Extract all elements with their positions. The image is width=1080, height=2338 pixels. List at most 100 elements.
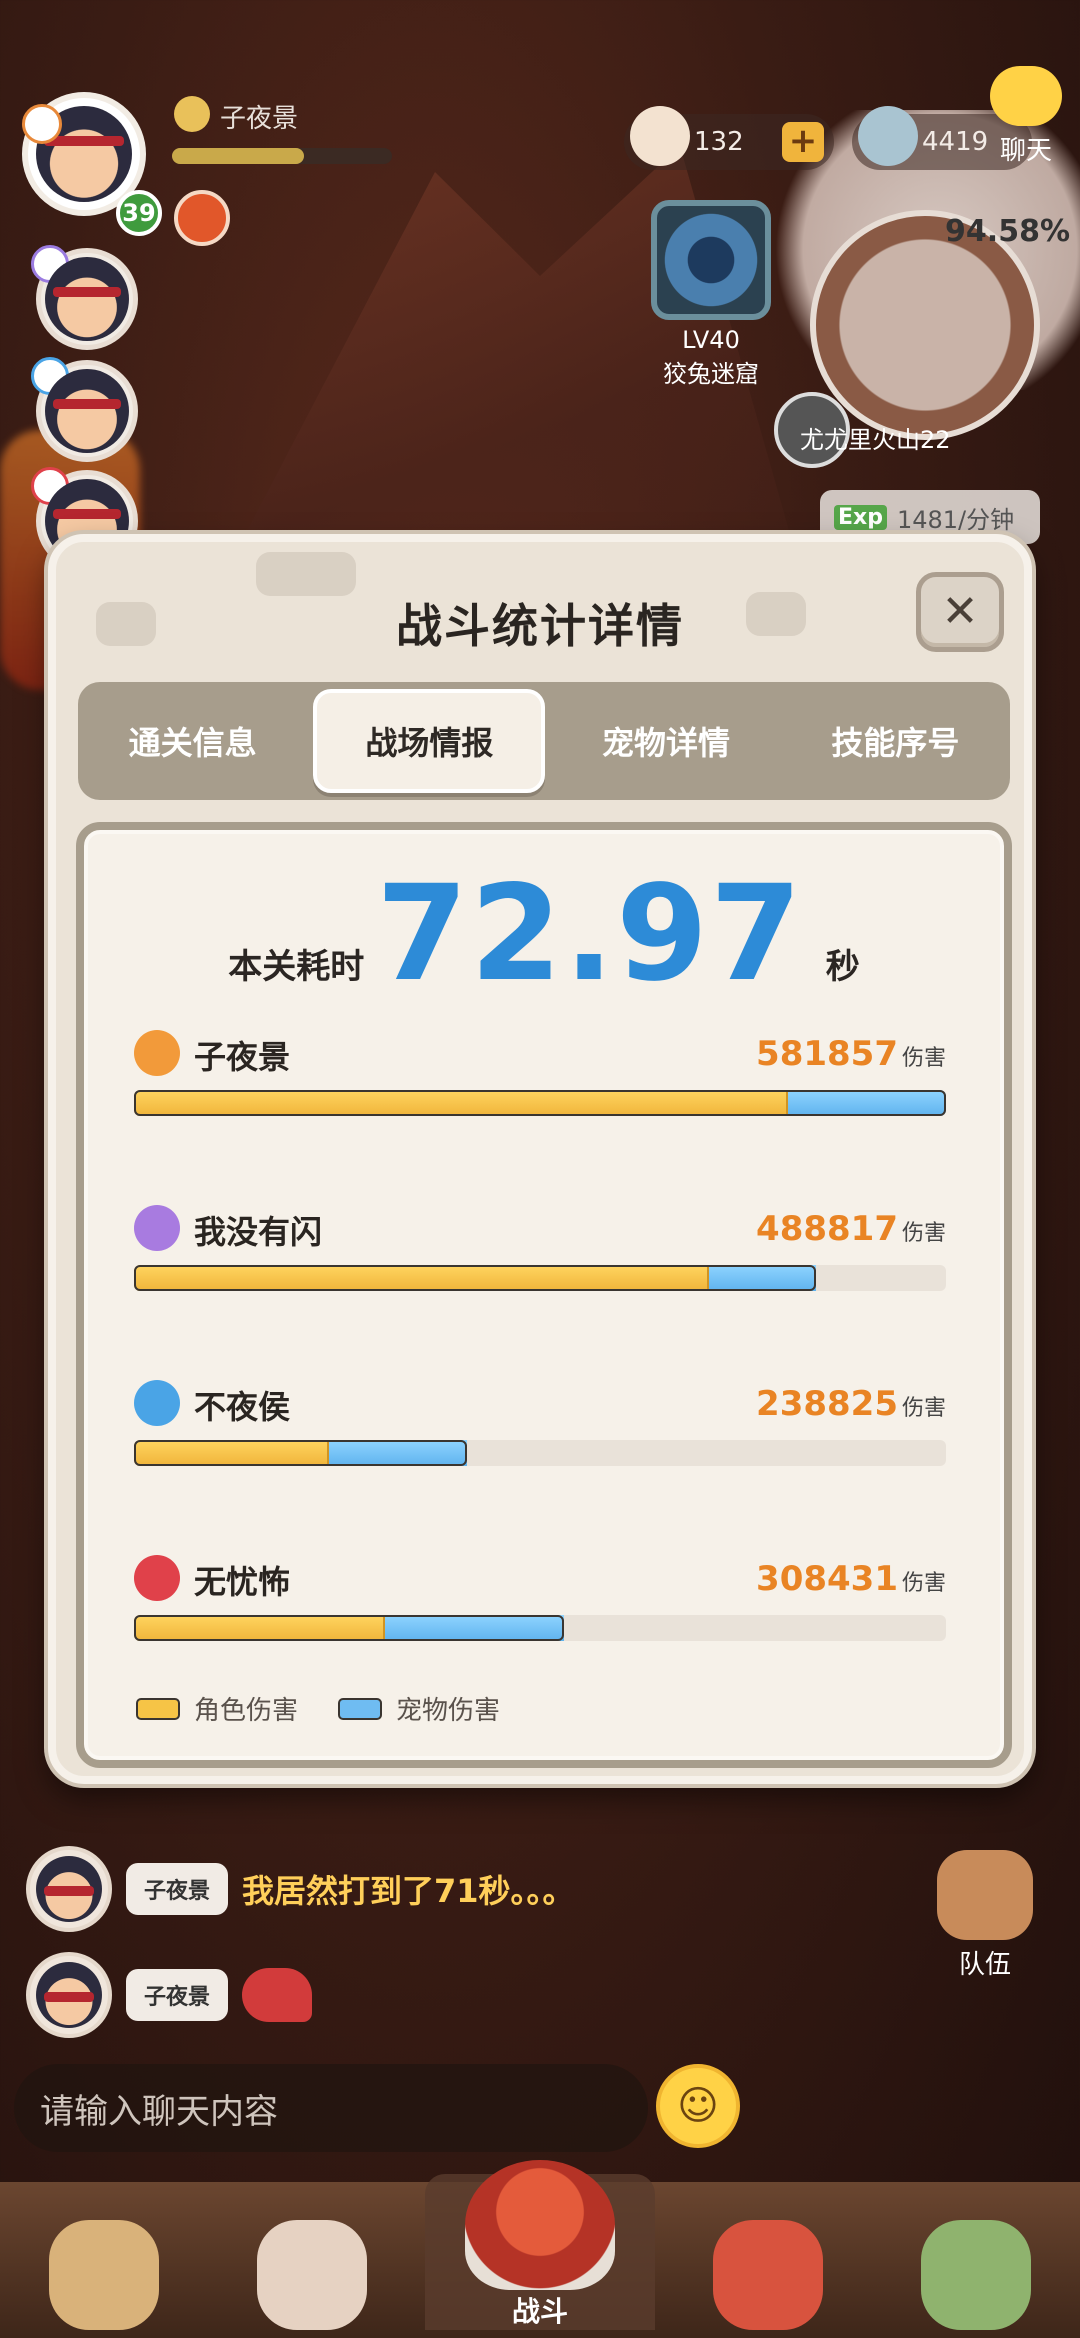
damage-unit: 伤害	[901, 1571, 946, 1596]
player-damage: 238825 伤害	[756, 1384, 946, 1424]
damage-bar	[134, 1265, 946, 1291]
stone-icon	[858, 106, 918, 166]
fire-element-icon	[22, 104, 62, 144]
char-damage-swatch	[136, 1697, 180, 1720]
char-damage-segment	[134, 1615, 385, 1641]
legend-char-damage: 角色伤害	[136, 1690, 298, 1727]
nav-battle-label: 战斗	[511, 2295, 568, 2328]
mood-icon	[174, 96, 210, 132]
add-shell-button[interactable]: +	[782, 122, 824, 162]
dragon-sticker	[242, 1968, 313, 2022]
clear-time-label: 本关耗时	[228, 947, 365, 987]
char-damage-segment	[134, 1440, 329, 1466]
fire-element-icon	[134, 1030, 180, 1076]
nav-character[interactable]	[217, 2190, 407, 2330]
nav-tribe[interactable]	[9, 2190, 199, 2330]
char-damage-segment	[134, 1265, 709, 1291]
player-level-badge: 39	[116, 190, 162, 236]
player-damage: 488817 伤害	[756, 1209, 946, 1249]
clear-time-unit: 秒	[825, 947, 860, 987]
map-progress: 94.58%	[945, 214, 1070, 249]
chat-avatar[interactable]	[26, 1846, 112, 1932]
player-damage-row: 子夜景 581857 伤害	[134, 1030, 946, 1140]
wind-element-icon	[134, 1205, 180, 1251]
chat-sender: 子夜景	[126, 1969, 229, 2021]
damage-unit: 伤害	[901, 1396, 946, 1421]
clear-time-value: 72.97	[376, 857, 804, 1011]
damage-value: 581857	[756, 1034, 898, 1074]
tab-battle-report[interactable]: 战场情报	[313, 689, 546, 793]
pet-damage-segment	[708, 1265, 817, 1291]
dungeon-portal-icon	[651, 200, 771, 320]
close-button[interactable]: ✕	[916, 572, 1004, 652]
damage-bar	[134, 1615, 946, 1641]
char-damage-segment	[134, 1090, 788, 1116]
exp-icon: Exp	[834, 504, 887, 530]
tab-clear-info[interactable]: 通关信息	[78, 682, 307, 800]
team-button[interactable]: 队伍	[930, 1850, 1040, 1980]
chat-message: 子夜景 我居然打到了71秒。。。	[26, 1846, 575, 1932]
player-damage: 581857 伤害	[756, 1034, 946, 1074]
pet-damage-segment	[384, 1615, 565, 1641]
character-icon	[257, 2220, 367, 2330]
chat-message: 子夜景	[26, 1952, 313, 2038]
damage-value: 238825	[756, 1384, 898, 1424]
team-icon	[937, 1850, 1033, 1940]
stone-count: 4419	[922, 127, 989, 157]
player-damage-row: 我没有闪 488817 伤害	[134, 1205, 946, 1315]
pet-damage-swatch	[338, 1697, 383, 1720]
nav-battle[interactable]: 战斗	[425, 2160, 655, 2330]
dungeon-name: 狡兔迷窟	[663, 360, 759, 388]
team-label: 队伍	[958, 1950, 1011, 1980]
buff-icon[interactable]	[174, 190, 230, 246]
chat-sender: 子夜景	[126, 1863, 229, 1915]
player-name: 子夜景	[194, 1038, 291, 1076]
dungeon-entry[interactable]: LV40 狡兔迷窟	[646, 200, 776, 400]
chat-bubble-icon	[990, 66, 1062, 126]
pet-damage-segment	[787, 1090, 946, 1116]
tab-bar: 通关信息 战场情报 宠物详情 技能序号	[78, 682, 1010, 800]
player-hp-bar	[172, 148, 392, 164]
tribe-icon	[49, 2220, 159, 2330]
damage-value: 308431	[756, 1559, 898, 1599]
shell-count: 132	[694, 127, 744, 157]
player-damage-row: 不夜侯 238825 伤害	[134, 1380, 946, 1490]
map-name: 尤尤里火山22	[800, 426, 951, 454]
water-element-icon	[134, 1380, 180, 1426]
chat-input[interactable]: 请输入聊天内容	[14, 2064, 648, 2152]
tab-pet-details[interactable]: 宠物详情	[551, 682, 780, 800]
smile-icon: ☺	[677, 2083, 719, 2129]
chat-button[interactable]: 聊天	[980, 66, 1072, 166]
party-member-avatar[interactable]	[31, 357, 138, 462]
pet-damage-segment	[328, 1440, 467, 1466]
shop-icon	[921, 2220, 1031, 2330]
player-name: 不夜侯	[194, 1388, 291, 1426]
exp-rate: 1481/分钟	[896, 505, 1015, 534]
chat-avatar[interactable]	[26, 1952, 112, 2038]
player-damage-row: 无忧怖 308431 伤害	[134, 1555, 946, 1665]
nav-pet[interactable]	[673, 2190, 863, 2330]
battle-stats-modal: 战斗统计详情 ✕ 通关信息 战场情报 宠物详情 技能序号 本关耗时 72.97 …	[48, 534, 1032, 1784]
close-icon: ✕	[941, 586, 979, 637]
damage-value: 488817	[756, 1209, 898, 1249]
emoji-button[interactable]: ☺	[656, 2064, 740, 2148]
legend-char-label: 角色伤害	[194, 1696, 299, 1726]
shell-icon	[630, 106, 690, 166]
pet-icon	[713, 2220, 823, 2330]
player-name: 我没有闪	[194, 1213, 323, 1251]
player-name: 无忧怖	[194, 1563, 291, 1601]
player-name: 子夜景	[220, 104, 299, 134]
blood-element-icon	[134, 1555, 180, 1601]
shell-resource: 132 +	[624, 106, 834, 170]
player-damage: 308431 伤害	[756, 1559, 946, 1599]
bottom-nav: 战斗	[0, 2160, 1080, 2338]
legend-pet-label: 宠物伤害	[396, 1696, 501, 1726]
party-member-avatar[interactable]	[31, 245, 138, 350]
modal-title: 战斗统计详情	[396, 599, 684, 653]
tab-skill-order[interactable]: 技能序号	[781, 682, 1010, 800]
legend-pet-damage: 宠物伤害	[338, 1690, 500, 1727]
nav-shop[interactable]	[881, 2190, 1071, 2330]
chart-legend: 角色伤害 宠物伤害	[136, 1690, 500, 1727]
dungeon-level: LV40	[682, 326, 740, 354]
battle-report-panel: 本关耗时 72.97 秒 子夜景 581857 伤害 我没有闪 488817 伤害 不夜侯 2…	[76, 822, 1012, 1768]
